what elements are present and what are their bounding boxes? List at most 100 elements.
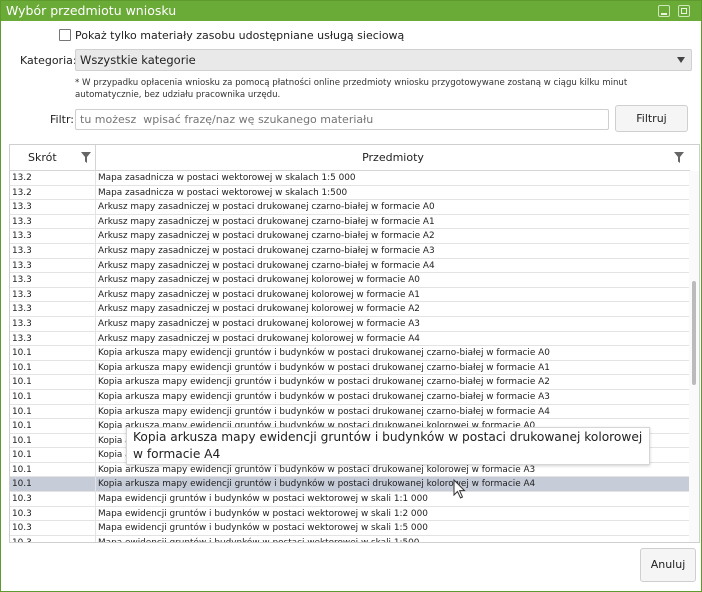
- table-row[interactable]: 10.1Kopia arkusza mapy ewidencji gruntów…: [10, 375, 690, 390]
- kategoria-label: Kategoria:: [20, 54, 77, 67]
- table-row[interactable]: 13.3 Arkusz mapy zasadniczej w postaci dr…: [10, 258, 690, 274]
- table-row[interactable]: 10.1Kopia arkusza mapy ewidencji gruntów…: [10, 404, 690, 420]
- cell-skrot: 10.1: [12, 477, 96, 492]
- cell-skrot: 13.3: [12, 273, 96, 287]
- cell-przedmiot: Arkusz mapy zasadniczej w postaci drukow…: [98, 202, 435, 213]
- network-only-checkbox-row[interactable]: Pokaż tylko materiały zasobu udostępnian…: [59, 29, 404, 43]
- cell-przedmiot: Arkusz mapy zasadniczej w postaci drukow…: [98, 231, 435, 242]
- row-tooltip: Kopia arkusza mapy ewidencji gruntów i b…: [126, 427, 650, 465]
- table-row[interactable]: 10.1Kopia arkusza mapy ewidencji gruntów…: [10, 389, 690, 405]
- network-only-checkbox-label: Pokaż tylko materiały zasobu udostępnian…: [75, 29, 405, 42]
- table-row[interactable]: 13.3 Arkusz mapy zasadniczej w postaci dr…: [10, 331, 690, 347]
- vertical-scrollbar[interactable]: [689, 171, 699, 542]
- table-row[interactable]: 13.3 Arkusz mapy zasadniczej w postaci dr…: [10, 316, 690, 332]
- table-row[interactable]: 13.3 Arkusz mapy zasadniczej w postaci dr…: [10, 200, 690, 215]
- table-row[interactable]: 13.3 Arkusz mapy zasadniczej w postaci dr…: [10, 229, 690, 244]
- column-header-przedmioty[interactable]: Przedmioty: [96, 145, 690, 171]
- cell-skrot: 13.3: [12, 287, 96, 302]
- cell-skrot: 13.3: [12, 200, 96, 214]
- cell-skrot: 10.3: [12, 535, 96, 542]
- cell-przedmiot: Mapa ewidencji gruntów i budynków w post…: [98, 508, 428, 519]
- grid-rows: 13.2 Mapa zasadnicza w postaci wektorowej…: [10, 171, 690, 543]
- cell-przedmiot: Arkusz mapy zasadniczej w postaci drukow…: [98, 216, 435, 227]
- minimize-icon[interactable]: [658, 5, 670, 17]
- kategoria-select[interactable]: Wszystkie kategorie: [75, 49, 692, 71]
- cell-przedmiot: Kopia arkusza mapy ewidencji gruntów i b…: [98, 362, 550, 373]
- filter-input[interactable]: [75, 109, 609, 130]
- cell-skrot: 13.3: [12, 258, 96, 273]
- window-title: Wybór przedmiotu wniosku: [6, 3, 177, 18]
- cell-skrot: 10.1: [12, 462, 96, 477]
- kategoria-selected-value: Wszystkie kategorie: [80, 53, 196, 67]
- dialog-window: Wybór przedmiotu wniosku Pokaż tylko mat…: [0, 0, 702, 592]
- cell-skrot: 13.2: [12, 185, 96, 200]
- cell-skrot: 13.3: [12, 229, 96, 243]
- cell-skrot: 13.3: [12, 302, 96, 316]
- cell-przedmiot: Kopia arkusza mapy ewidencji gruntów i b…: [98, 377, 550, 388]
- cell-skrot: 10.1: [12, 375, 96, 389]
- table-row[interactable]: 13.2 Mapa zasadnicza w postaci wektorowej…: [10, 185, 690, 201]
- table-row[interactable]: 10.1Kopia arkusza mapy ewidencji gruntów…: [10, 462, 690, 478]
- cell-skrot: 13.3: [12, 243, 96, 258]
- cell-przedmiot: Arkusz mapy zasadniczej w postaci drukow…: [98, 304, 420, 315]
- grid-header: Skrót Przedmioty: [10, 145, 690, 171]
- filter-icon[interactable]: [81, 152, 91, 163]
- table-row[interactable]: 10.3 Mapa ewidencji gruntów i budynków w …: [10, 506, 690, 522]
- filtr-label: Filtr:: [50, 113, 74, 126]
- items-grid: Skrót Przedmioty 13.2 Mapa zasadnicza w p…: [9, 144, 700, 543]
- table-row[interactable]: 10.3 Mapa ewidencji gruntów i budynków w …: [10, 521, 690, 536]
- cell-skrot: 10.1: [12, 346, 96, 360]
- maximize-icon[interactable]: [678, 5, 690, 17]
- cell-przedmiot: Mapa zasadnicza w postaci wektorowej w s…: [98, 173, 356, 183]
- cell-skrot: 10.1: [12, 448, 96, 462]
- cell-przedmiot: Kopia arkusza mapy ewidencji gruntów i b…: [98, 479, 536, 490]
- table-row[interactable]: 10.3 Mapa ewidencji gruntów i budynków w …: [10, 535, 690, 543]
- title-bar[interactable]: Wybór przedmiotu wniosku: [1, 1, 701, 21]
- cell-przedmiot: Arkusz mapy zasadniczej w postaci drukow…: [98, 318, 420, 329]
- filter-icon[interactable]: [674, 152, 684, 163]
- cell-przedmiot: Kopia arkusza mapy ewidencji gruntów i b…: [98, 391, 550, 402]
- column-header-skrot-label: Skrót: [28, 151, 57, 164]
- cell-przedmiot: Arkusz mapy zasadniczej w postaci drukow…: [98, 333, 420, 344]
- cell-skrot: 10.3: [12, 521, 96, 535]
- cell-skrot: 13.2: [12, 171, 96, 185]
- cell-przedmiot: Mapa ewidencji gruntów i budynków w post…: [98, 523, 428, 534]
- anuluj-button[interactable]: Anuluj: [640, 548, 696, 582]
- table-row[interactable]: 13.3 Arkusz mapy zasadniczej w postaci dr…: [10, 214, 690, 230]
- table-row[interactable]: 10.1Kopia arkusza mapy ewidencji gruntów…: [10, 477, 690, 493]
- cell-skrot: 10.1: [12, 419, 96, 433]
- cell-przedmiot: Arkusz mapy zasadniczej w postaci drukow…: [98, 260, 435, 271]
- cell-skrot: 10.1: [12, 404, 96, 419]
- network-only-checkbox[interactable]: [59, 29, 71, 41]
- cell-przedmiot: Mapa ewidencji gruntów i budynków w post…: [98, 494, 428, 505]
- table-row[interactable]: 13.3 Arkusz mapy zasadniczej w postaci dr…: [10, 302, 690, 317]
- payment-note: * W przypadku opłacenia wniosku za pomoc…: [75, 78, 628, 100]
- chevron-down-icon: [677, 57, 685, 63]
- table-row[interactable]: 10.3 Mapa ewidencji gruntów i budynków w …: [10, 492, 690, 507]
- cell-przedmiot: Mapa zasadnicza w postaci wektorowej w s…: [98, 187, 348, 198]
- scrollbar-thumb[interactable]: [692, 281, 696, 385]
- filtruj-button[interactable]: Filtruj: [615, 105, 688, 132]
- cell-skrot: 10.1: [12, 389, 96, 404]
- cell-przedmiot: Mapa ewidencji gruntów i budynków w post…: [98, 537, 420, 543]
- mouse-cursor-icon: [453, 479, 466, 499]
- cell-przedmiot: Arkusz mapy zasadniczej w postaci drukow…: [98, 245, 435, 256]
- cell-skrot: 13.3: [12, 316, 96, 331]
- cell-skrot: 10.3: [12, 492, 96, 506]
- cell-przedmiot: Arkusz mapy zasadniczej w postaci drukow…: [98, 289, 420, 300]
- table-row[interactable]: 13.3 Arkusz mapy zasadniczej w postaci dr…: [10, 273, 690, 288]
- table-row[interactable]: 13.3 Arkusz mapy zasadniczej w postaci dr…: [10, 243, 690, 259]
- cell-przedmiot: Kopia arkusza mapy ewidencji gruntów i b…: [98, 406, 550, 417]
- cell-skrot: 10.1: [12, 433, 96, 448]
- table-row[interactable]: 10.1Kopia arkusza mapy ewidencji gruntów…: [10, 346, 690, 361]
- column-header-skrot[interactable]: Skrót: [10, 145, 96, 171]
- cell-skrot: 10.1: [12, 360, 96, 375]
- table-row[interactable]: 13.3 Arkusz mapy zasadniczej w postaci dr…: [10, 287, 690, 303]
- cell-skrot: 13.3: [12, 331, 96, 346]
- cell-przedmiot: Kopia arkusza mapy ewidencji gruntów i b…: [98, 348, 550, 359]
- cell-skrot: 13.3: [12, 214, 96, 229]
- table-row[interactable]: 10.1Kopia arkusza mapy ewidencji gruntów…: [10, 360, 690, 376]
- cell-skrot: 10.3: [12, 506, 96, 521]
- column-header-przedmioty-label: Przedmioty: [362, 151, 424, 164]
- table-row[interactable]: 13.2 Mapa zasadnicza w postaci wektorowej…: [10, 171, 690, 186]
